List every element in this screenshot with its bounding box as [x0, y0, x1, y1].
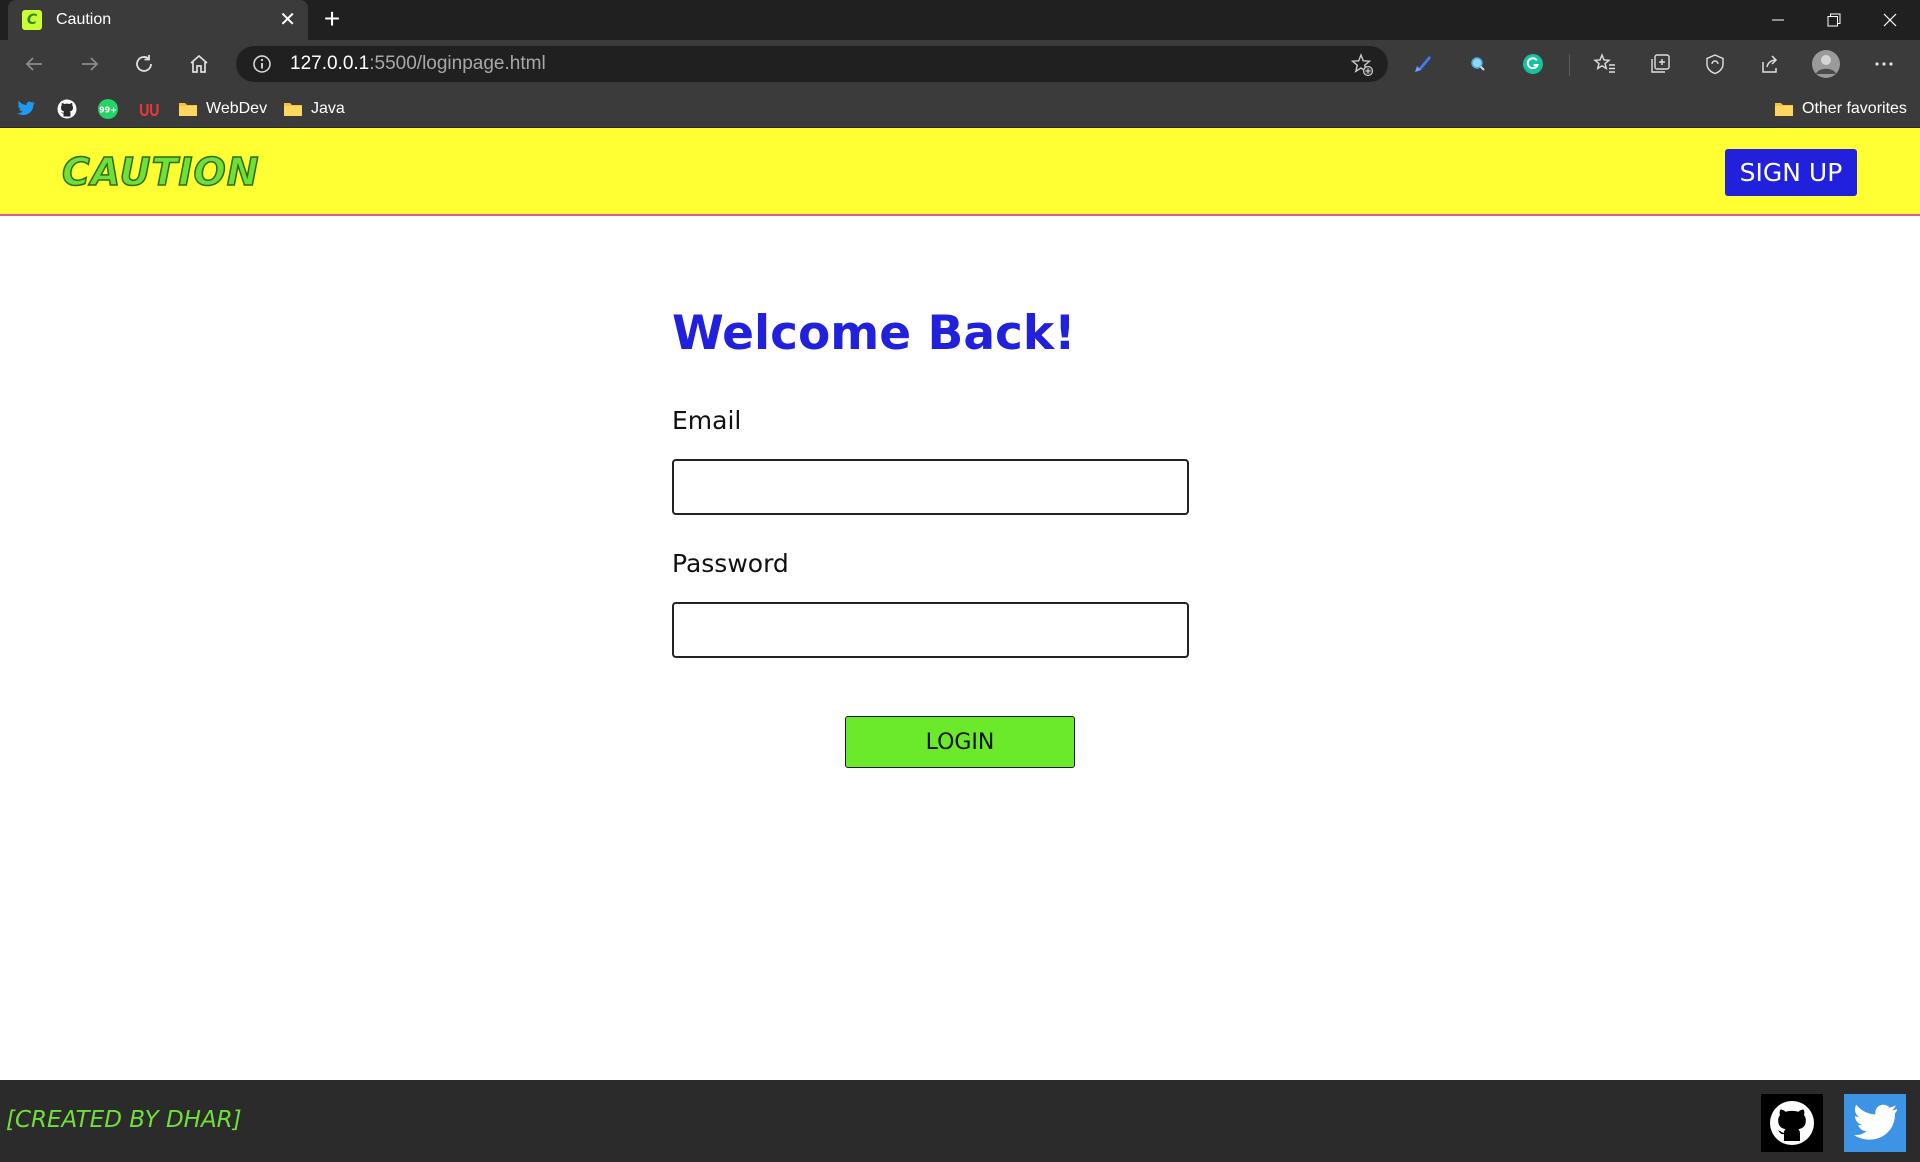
- home-icon[interactable]: [181, 46, 217, 82]
- browser-toolbar: 127.0.0.1:5500/loginpage.html: [0, 40, 1920, 88]
- folder-icon: [179, 103, 197, 116]
- bookmark-twitter[interactable]: [16, 98, 36, 120]
- bookmark-github[interactable]: [57, 98, 77, 120]
- site-info-icon[interactable]: [252, 54, 272, 78]
- close-window-icon[interactable]: [1862, 0, 1918, 40]
- forward-icon[interactable]: [72, 46, 108, 82]
- tab-title: Caution: [56, 11, 112, 28]
- email-label: Email: [672, 406, 742, 435]
- pen-extension-icon[interactable]: [1405, 46, 1441, 82]
- footer-credit: [CREATED BY DHAR]: [6, 1107, 242, 1133]
- search-extension-icon[interactable]: [1460, 46, 1496, 82]
- github-icon: [1770, 1101, 1814, 1145]
- bookmark-label: Java: [311, 100, 345, 117]
- bookmark-whatsapp[interactable]: 99+: [97, 98, 119, 120]
- tab-close-icon[interactable]: ✕: [279, 10, 296, 30]
- github-link[interactable]: [1761, 1094, 1823, 1152]
- udemy-icon: [139, 104, 159, 117]
- twitter-icon: [17, 101, 35, 116]
- bookmarks-bar: 99+ WebDev Java Other favorites: [0, 88, 1920, 128]
- bookmark-udemy[interactable]: [138, 98, 160, 120]
- site-footer: [CREATED BY DHAR]: [0, 1080, 1920, 1162]
- other-favorites[interactable]: Other favorites: [1774, 98, 1907, 120]
- folder-icon: [284, 103, 302, 116]
- address-bar[interactable]: 127.0.0.1:5500/loginpage.html: [236, 46, 1388, 82]
- bookmark-java[interactable]: Java: [283, 98, 345, 120]
- browser-tab[interactable]: C Caution ✕: [8, 0, 308, 40]
- address-url[interactable]: 127.0.0.1:5500/loginpage.html: [290, 53, 546, 75]
- address-host: 127.0.0.1: [290, 53, 370, 74]
- bookmark-webdev[interactable]: WebDev: [178, 98, 267, 120]
- browser-titlebar: C Caution ✕ +: [0, 0, 1920, 40]
- share-icon[interactable]: [1752, 46, 1788, 82]
- collections-icon[interactable]: [1642, 46, 1678, 82]
- page-title: Welcome Back!: [672, 306, 1076, 361]
- browser-essentials-icon[interactable]: [1697, 46, 1733, 82]
- other-favorites-label: Other favorites: [1802, 100, 1907, 117]
- site-logo[interactable]: CAUTION: [61, 149, 260, 195]
- password-label: Password: [672, 549, 789, 578]
- new-tab-icon[interactable]: +: [318, 5, 346, 34]
- add-favorite-icon[interactable]: [1350, 53, 1374, 81]
- refresh-icon[interactable]: [126, 46, 162, 82]
- restore-icon[interactable]: [1806, 0, 1862, 40]
- email-field[interactable]: [672, 459, 1189, 515]
- twitter-icon: [1853, 1104, 1897, 1140]
- profile-avatar-icon[interactable]: [1808, 46, 1844, 82]
- twitter-link[interactable]: [1844, 1094, 1906, 1152]
- login-button[interactable]: LOGIN: [845, 716, 1075, 768]
- whatsapp-icon: 99+: [98, 99, 118, 119]
- password-field[interactable]: [672, 602, 1189, 658]
- github-icon: [57, 99, 77, 119]
- minimize-icon[interactable]: [1750, 0, 1806, 40]
- more-options-icon[interactable]: [1866, 46, 1902, 82]
- address-path: :5500/loginpage.html: [369, 53, 546, 74]
- tab-favicon-icon: C: [22, 10, 42, 30]
- bookmark-label: WebDev: [206, 100, 268, 117]
- grammarly-icon[interactable]: [1515, 46, 1551, 82]
- favorites-icon[interactable]: [1587, 46, 1623, 82]
- site-header: CAUTION SIGN UP: [0, 128, 1920, 216]
- back-icon[interactable]: [16, 46, 52, 82]
- sign-up-button[interactable]: SIGN UP: [1725, 149, 1857, 196]
- toolbar-separator: [1569, 54, 1570, 76]
- whatsapp-badge: 99+: [99, 106, 117, 115]
- folder-icon: [1775, 103, 1793, 116]
